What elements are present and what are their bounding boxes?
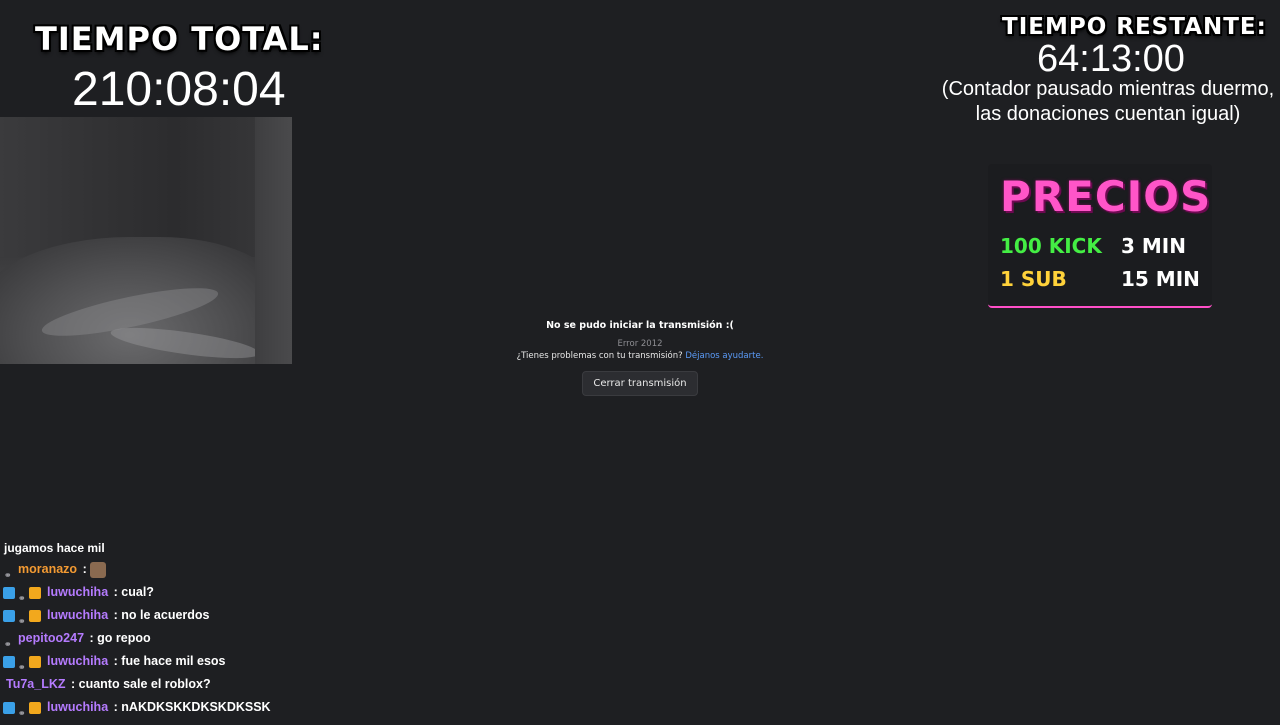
badge-icon (3, 609, 15, 622)
chat-username: luwuchiha (47, 654, 109, 668)
crown-icon (28, 586, 41, 599)
chat-message-text: : (82, 562, 91, 576)
chat-message: ⚭ pepitoo247 : go repoo (0, 627, 420, 650)
stream-error-dialog: No se pudo iniciar la transmisión :( Err… (440, 320, 840, 396)
chat-username: Tu7a_LKZ (6, 677, 66, 691)
chat-message-text: : cual? (113, 585, 154, 599)
link-icon: ⚭ (18, 707, 26, 718)
error-title: No se pudo iniciar la transmisión :( (546, 320, 734, 331)
remaining-time-note: (Contador pausado mientras duermo, las d… (930, 77, 1280, 127)
emote-icon (90, 561, 107, 578)
link-icon: ⚭ (4, 638, 12, 649)
price-sub-label: 1 SUB (1000, 267, 1067, 291)
chat-message: ⚭ moranazo : (0, 558, 420, 581)
remaining-time-title: TIEMPO RESTANTE: (1002, 14, 1267, 40)
chat-message-text: : go repoo (89, 631, 151, 645)
link-icon: ⚭ (4, 569, 12, 580)
chat-message: Tu7a_LKZ : cuanto sale el roblox? (0, 673, 420, 696)
prices-panel: PRECIOS 100 KICK 3 MIN 1 SUB 15 MIN (988, 164, 1212, 308)
chat-message-text: : cuanto sale el roblox? (70, 677, 211, 691)
price-sub-value: 15 MIN (1121, 267, 1200, 291)
chat-message-text: jugamos hace mil (4, 541, 105, 555)
link-icon: ⚭ (18, 592, 26, 603)
badge-icon (3, 586, 15, 599)
total-time-value: 210:08:04 (72, 63, 286, 116)
help-text: ¿Tienes problemas con tu transmisión? (516, 351, 683, 361)
remaining-time-value: 64:13:00 (1037, 38, 1185, 80)
price-kick-value: 3 MIN (1121, 234, 1186, 258)
chat-message-text: : nAKDKSKKDKSKDKSSK (113, 700, 271, 714)
link-icon: ⚭ (18, 615, 26, 626)
prices-title: PRECIOS (1000, 172, 1212, 221)
chat-username: moranazo (18, 562, 78, 576)
chat-username: pepitoo247 (18, 631, 85, 645)
chat-message-text: : fue hace mil esos (113, 654, 226, 668)
chat-message: ⚭ luwuchiha : nAKDKSKKDKSKDKSSK (0, 696, 420, 719)
chat-overlay: jugamos hace mil ⚭ moranazo : ⚭ luwuchih… (0, 538, 420, 719)
crown-icon (28, 655, 41, 668)
error-code: Error 2012 (617, 339, 663, 349)
chat-username: luwuchiha (47, 700, 109, 714)
crown-icon (28, 609, 41, 622)
chat-username: luwuchiha (47, 585, 109, 599)
chat-message: jugamos hace mil (0, 538, 420, 558)
crown-icon (28, 701, 41, 714)
chat-message: ⚭ luwuchiha : no le acuerdos (0, 604, 420, 627)
price-kick-label: 100 KICK (1000, 234, 1102, 258)
webcam-feed (0, 117, 292, 364)
chat-message: ⚭ luwuchiha : fue hace mil esos (0, 650, 420, 673)
badge-icon (3, 655, 15, 668)
close-stream-button[interactable]: Cerrar transmisión (582, 371, 698, 396)
remaining-note-line-1: (Contador pausado mientras duermo, (941, 78, 1275, 100)
help-line: ¿Tienes problemas con tu transmisión? Dé… (440, 351, 840, 361)
link-icon: ⚭ (18, 661, 26, 672)
chat-message-text: : no le acuerdos (113, 608, 210, 622)
total-time-title: TIEMPO TOTAL: (35, 20, 324, 58)
chat-username: luwuchiha (47, 608, 109, 622)
help-link[interactable]: Déjanos ayudarte. (685, 351, 763, 361)
remaining-note-line-2: las donaciones cuentan igual) (975, 103, 1241, 125)
chat-message: ⚭ luwuchiha : cual? (0, 581, 420, 604)
badge-icon (3, 701, 15, 714)
